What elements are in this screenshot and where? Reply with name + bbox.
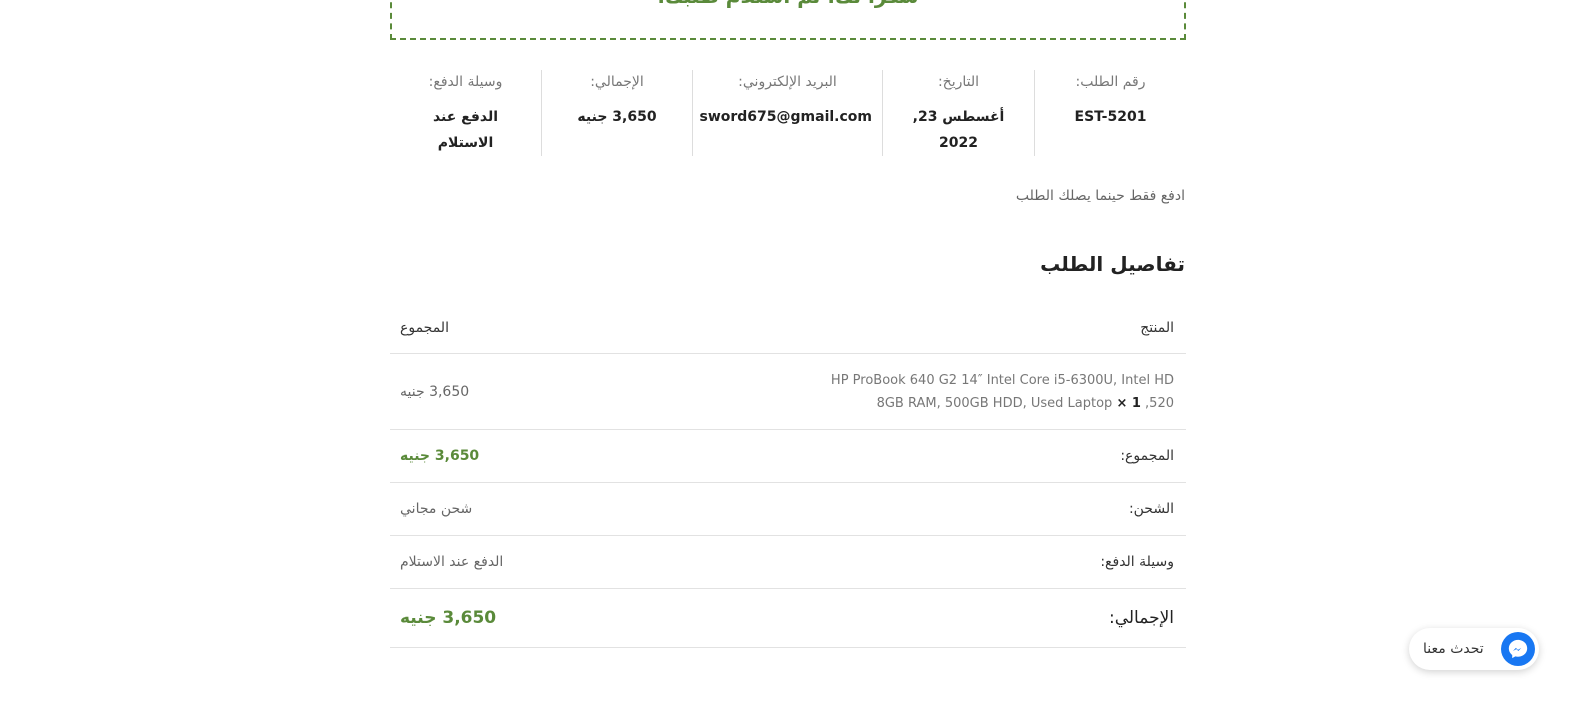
date-value-line1: أغسطس 23, bbox=[912, 109, 1005, 125]
subtotal-value: 3,650 جنيه bbox=[400, 448, 480, 464]
payment-method-label: وسيلة الدفع: bbox=[428, 74, 503, 90]
date-value-line2: 2022 bbox=[939, 135, 978, 151]
overview-payment-method: وسيلة الدفع: الدفع عند الاستلام bbox=[390, 70, 541, 156]
grand-total-value: 3,650 جنيه bbox=[400, 608, 497, 628]
chat-label: تحدث معنا bbox=[1423, 641, 1484, 657]
messenger-icon bbox=[1501, 632, 1535, 666]
shipping-row: الشحن: شحن مجاني bbox=[390, 483, 1186, 536]
subtotal-label: المجموع: bbox=[1120, 448, 1174, 464]
shipping-value: شحن مجاني bbox=[400, 501, 473, 517]
payment-method-row-label: وسيلة الدفع: bbox=[1100, 554, 1174, 570]
order-details-heading: تفاصيل الطلب bbox=[1040, 252, 1185, 276]
column-header-total: المجموع bbox=[400, 319, 449, 336]
overview-order-number: رقم الطلب: EST-5201 bbox=[1034, 70, 1186, 156]
chat-with-us-button[interactable]: تحدث معنا bbox=[1409, 628, 1539, 670]
grand-total-row: الإجمالي: 3,650 جنيه bbox=[390, 589, 1186, 648]
shipping-label: الشحن: bbox=[1128, 501, 1174, 517]
total-value: 3,650 جنيه bbox=[577, 109, 657, 125]
order-details-table: المنتج المجموع HP ProBook 640 G2 14″ Int… bbox=[390, 302, 1186, 648]
table-row: HP ProBook 640 G2 14″ Intel Core i5-6300… bbox=[390, 354, 1186, 430]
email-value: sword675@gmail.com bbox=[699, 109, 872, 125]
grand-total-label: الإجمالي: bbox=[1108, 608, 1174, 628]
payment-method-value: الدفع عند الاستلام bbox=[400, 104, 531, 156]
product-name-line1: HP ProBook 640 G2 14″ Intel Core i5-6300… bbox=[830, 372, 1174, 388]
thank-you-notice: شكراً لك. تم استلام طلبك. bbox=[390, 0, 1186, 40]
product-cell: HP ProBook 640 G2 14″ Intel Core i5-6300… bbox=[794, 369, 1174, 415]
table-header-row: المنتج المجموع bbox=[390, 302, 1186, 354]
subtotal-row: المجموع: 3,650 جنيه bbox=[390, 430, 1186, 483]
payment-method-line2: الاستلام bbox=[437, 135, 494, 151]
column-header-product: المنتج bbox=[1140, 319, 1174, 336]
payment-method-line1: الدفع عند bbox=[432, 109, 499, 125]
overview-email: البريد الإلكتروني: sword675@gmail.com bbox=[692, 70, 882, 156]
product-line-total: 3,650 جنيه bbox=[400, 383, 470, 400]
overview-total: الإجمالي: 3,650 جنيه bbox=[541, 70, 692, 156]
payment-method-row: وسيلة الدفع: الدفع عند الاستلام bbox=[390, 536, 1186, 589]
order-received-page: شكراً لك. تم استلام طلبك. رقم الطلب: EST… bbox=[0, 0, 1577, 704]
overview-date: التاريخ: أغسطس 23, 2022 bbox=[882, 70, 1034, 156]
order-number-value: EST-5201 bbox=[1074, 109, 1147, 125]
order-overview: رقم الطلب: EST-5201 التاريخ: أغسطس 23, 2… bbox=[390, 70, 1186, 156]
payment-instructions: ادفع فقط حينما يصلك الطلب bbox=[1015, 188, 1185, 204]
messenger-glyph bbox=[1508, 639, 1528, 659]
date-label: التاريخ: bbox=[937, 74, 980, 90]
total-label: الإجمالي: bbox=[590, 74, 644, 90]
product-quantity: × 1 bbox=[1116, 395, 1141, 411]
order-number-label: رقم الطلب: bbox=[1075, 74, 1146, 90]
email-label: البريد الإلكتروني: bbox=[738, 74, 837, 90]
thank-you-message: شكراً لك. تم استلام طلبك. bbox=[657, 0, 918, 8]
date-value: أغسطس 23, 2022 bbox=[893, 104, 1024, 156]
payment-method-row-value: الدفع عند الاستلام bbox=[400, 554, 504, 570]
